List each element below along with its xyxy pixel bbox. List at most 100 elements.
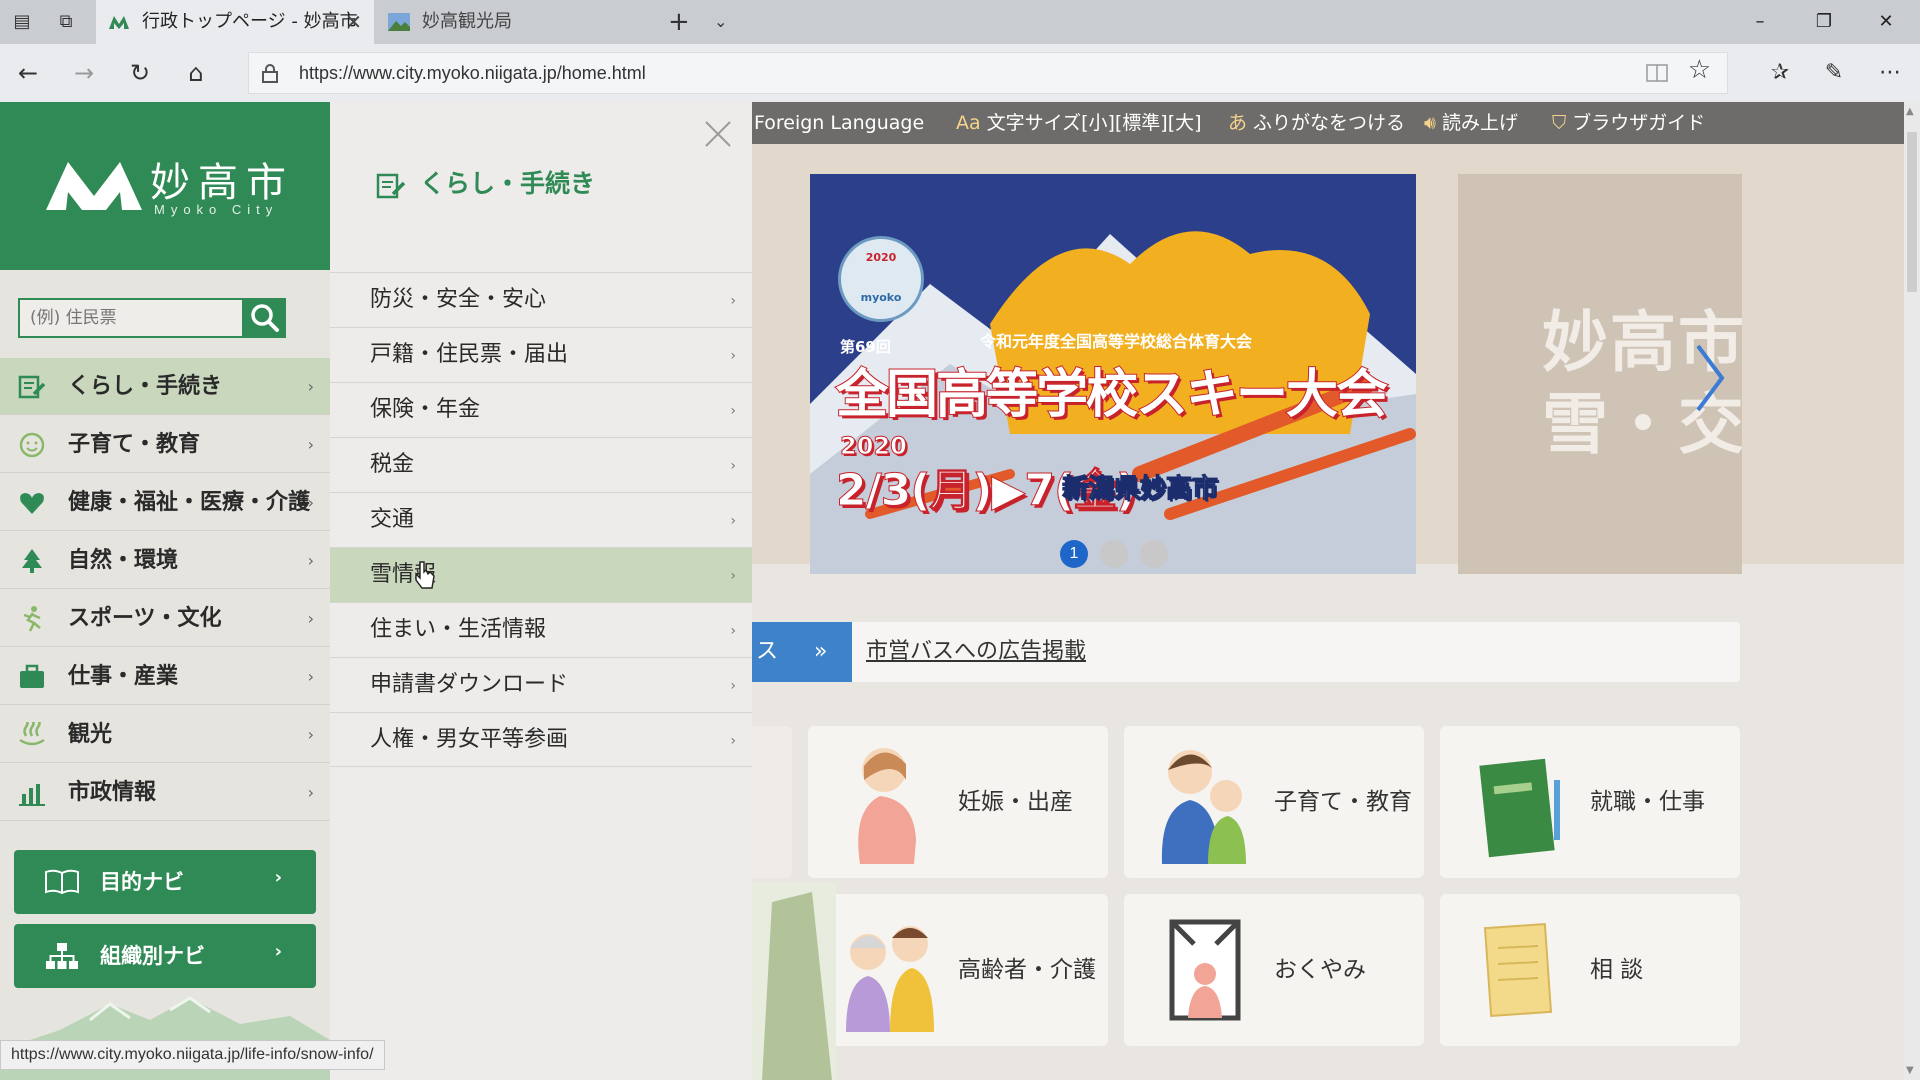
restore-icon[interactable]: ❐ (1794, 0, 1854, 44)
menu-item-form-download[interactable]: 申請書ダウンロード › (330, 657, 752, 712)
category-card-employment[interactable]: 就職・仕事 (1440, 726, 1740, 878)
sidebar-item-living[interactable]: くらし・手続き › (0, 358, 330, 415)
tab-set-aside-icon[interactable]: ▤ (8, 8, 36, 36)
chevron-right-icon: › (730, 568, 736, 584)
sidebar-item-childcare[interactable]: 子育て・教育 › (0, 416, 330, 473)
green-book-icon (1479, 758, 1560, 858)
browser-address-bar: ← → ↻ ⌂ https://www.city.myoko.niigata.j… (0, 44, 1920, 102)
chevron-right-icon: › (730, 348, 736, 364)
sidebar-item-tourism[interactable]: 観光 › (0, 706, 330, 763)
font-size-icon: Aa (956, 112, 981, 134)
foreign-language-link[interactable]: Foreign Language (754, 102, 924, 144)
notice-bar: ス» 市営バスへの広告掲載 (752, 622, 1740, 682)
sidebar-item-label: 市政情報 (68, 780, 157, 805)
chevron-right-icon: › (307, 783, 314, 802)
back-arrow-icon[interactable]: ← (12, 57, 44, 89)
page-scrollbar[interactable]: ▲ ▼ (1904, 102, 1920, 1080)
category-card-childcare[interactable]: 子育て・教育 (1124, 726, 1424, 878)
menu-item-family-register[interactable]: 戸籍・住民票・届出 › (330, 327, 752, 382)
site-logo[interactable]: 妙高市 Myoko City (0, 102, 330, 270)
navi-label: 組織別ナビ (100, 944, 205, 968)
scroll-thumb[interactable] (1907, 132, 1917, 292)
card-label: 妊娠・出産 (958, 789, 1073, 815)
web-page: Foreign Language Aa 文字サイズ[小][標準][大] あふりがな… (0, 102, 1904, 1080)
pen-notes-icon[interactable]: ✎ (1818, 57, 1850, 89)
chevron-right-icon: › (730, 733, 736, 749)
menu-item-tax[interactable]: 税金 › (330, 437, 752, 492)
menu-item-insurance-pension[interactable]: 保険・年金 › (330, 382, 752, 437)
card-label: 相 談 (1590, 957, 1644, 983)
url-field[interactable]: https://www.city.myoko.niigata.jp/home.h… (248, 52, 1728, 94)
tab-preview-icon[interactable]: ⧉ (52, 8, 80, 36)
read-aloud-link[interactable]: 🔊︎ 読み上げ (1424, 102, 1518, 144)
slide-dot-3[interactable] (1140, 540, 1168, 568)
close-tab-icon[interactable]: ✕ (345, 0, 362, 44)
chevron-right-icon: › (307, 609, 314, 628)
notice-link[interactable]: 市営バスへの広告掲載 (866, 622, 1086, 682)
menu-item-transport[interactable]: 交通 › (330, 492, 752, 547)
landscape-favicon-icon (388, 13, 410, 31)
category-card-condolence[interactable]: おくやみ (1124, 894, 1424, 1046)
furigana-label: ふりがなをつける (1253, 112, 1406, 134)
chevron-right-icon: › (307, 493, 314, 512)
favorites-list-icon[interactable]: ✰ (1764, 57, 1796, 89)
menu-item-label: 防災・安全・安心 (370, 287, 547, 312)
partial-card[interactable] (752, 726, 792, 878)
more-menu-icon[interactable]: ⋯ (1874, 57, 1906, 89)
chevron-right-icon: › (730, 678, 736, 694)
sidebar-item-health[interactable]: 健康・福祉・医療・介護 › (0, 474, 330, 531)
sidebar-item-label: くらし・手続き (68, 374, 223, 399)
scroll-up-icon[interactable]: ▲ (1906, 106, 1914, 117)
chevron-right-icon: › (730, 458, 736, 474)
card-label: 就職・仕事 (1590, 789, 1705, 815)
forward-arrow-icon[interactable]: → (68, 57, 100, 89)
tab-myoko-city[interactable]: 行政トップページ - 妙高市 ✕ (96, 0, 374, 44)
refresh-icon[interactable]: ↻ (124, 57, 156, 89)
search-button[interactable] (244, 298, 286, 338)
sidebar-item-city-info[interactable]: 市政情報 › (0, 764, 330, 821)
favorite-star-icon[interactable]: ☆ (1688, 55, 1711, 85)
minimize-icon[interactable]: – (1730, 0, 1790, 44)
menu-item-disaster-safety[interactable]: 防災・安全・安心 › (330, 272, 752, 327)
sidebar-item-work[interactable]: 仕事・産業 › (0, 648, 330, 705)
window-close-icon[interactable]: ✕ (1856, 0, 1916, 44)
category-card-consultation[interactable]: 相 談 (1440, 894, 1740, 1046)
reading-view-icon[interactable] (1645, 61, 1669, 85)
briefcase-icon (20, 664, 44, 688)
hero-slide[interactable]: 2020 myoko 令和元年度全国高等学校総合体育大会 第69回 全国高等学校… (810, 174, 1416, 574)
furigana-link[interactable]: あふりがなをつける (1228, 102, 1405, 144)
beginner-mark-icon: ⛉ (1552, 112, 1567, 134)
category-card-elderly[interactable]: 高齢者・介護 (808, 894, 1108, 1046)
scroll-down-icon[interactable]: ▼ (1906, 1065, 1914, 1076)
category-card-pregnancy[interactable]: 妊娠・出産 (808, 726, 1108, 878)
chevron-right-icon[interactable] (1690, 338, 1730, 418)
search-input[interactable] (18, 298, 244, 338)
close-icon[interactable] (702, 118, 734, 150)
tab-title: 妙高観光局 (422, 11, 512, 32)
org-navi-button[interactable]: 組織別ナビ › (14, 924, 316, 988)
menu-item-snow-info[interactable]: 雪情報 › (330, 547, 752, 602)
menu-item-label: 戸籍・住民票・届出 (370, 342, 569, 367)
new-tab-icon[interactable]: + (668, 8, 690, 36)
sidebar-item-sports[interactable]: スポーツ・文化 › (0, 590, 330, 647)
sidebar-item-nature[interactable]: 自然・環境 › (0, 532, 330, 589)
utility-bar: Foreign Language Aa 文字サイズ[小][標準][大] あふりがな… (752, 102, 1904, 144)
card-label: 高齢者・介護 (958, 957, 1096, 983)
sidebar-item-label: 子育て・教育 (68, 432, 201, 457)
font-size-label: 文字サイズ[小][標準][大] (986, 112, 1202, 134)
purpose-navi-button[interactable]: 目的ナビ › (14, 850, 316, 914)
menu-item-human-rights[interactable]: 人権・男女平等参画 › (330, 712, 752, 767)
font-size-control[interactable]: Aa 文字サイズ[小][標準][大] (956, 102, 1202, 144)
heart-icon (20, 493, 44, 514)
tab-myoko-tourism[interactable]: 妙高観光局 (376, 0, 652, 44)
slide-dot-2[interactable] (1100, 540, 1128, 568)
chevron-right-icon: › (307, 725, 314, 744)
event-emblem: 2020 myoko (838, 236, 924, 322)
menu-item-housing[interactable]: 住まい・生活情報 › (330, 602, 752, 657)
chevron-right-icon: › (274, 941, 282, 962)
slide-title: 全国高等学校スキー大会 (835, 364, 1389, 426)
home-icon[interactable]: ⌂ (180, 57, 212, 89)
browser-guide-link[interactable]: ⛉ ブラウザガイド (1552, 102, 1705, 144)
slide-dot-1[interactable]: 1 (1060, 540, 1088, 568)
chevron-down-icon[interactable]: ⌄ (714, 8, 727, 36)
